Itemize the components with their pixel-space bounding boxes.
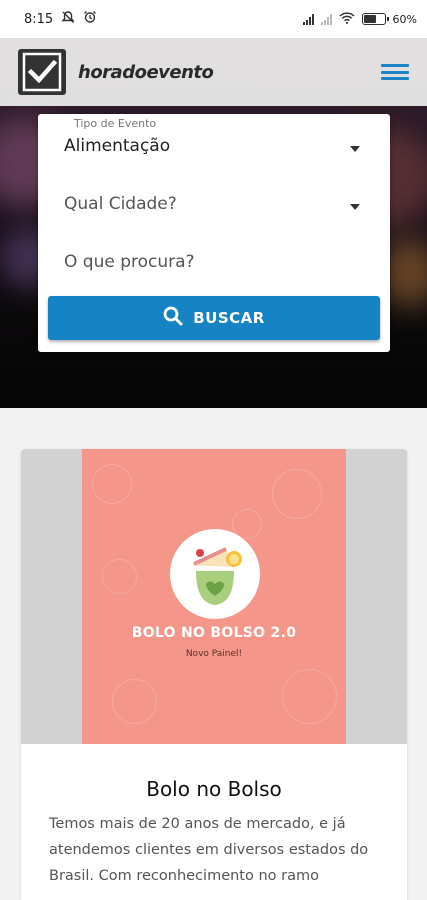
event-description: Temos mais de 20 anos de mercado, e já a… bbox=[49, 816, 369, 884]
alarm-icon bbox=[83, 10, 97, 28]
search-icon bbox=[163, 306, 183, 330]
search-button[interactable]: BUSCAR bbox=[48, 296, 380, 340]
event-title[interactable]: Bolo no Bolso bbox=[21, 777, 407, 801]
battery-icon bbox=[361, 13, 389, 25]
event-banner-image[interactable]: BOLO NO BOLSO 2.0 Novo Painel! bbox=[82, 449, 346, 744]
event-type-select[interactable]: Tipo de Evento Alimentação bbox=[48, 114, 380, 172]
query-placeholder: O que procura? bbox=[64, 252, 195, 272]
banner-subtitle: Novo Painel! bbox=[185, 649, 243, 659]
event-type-value: Alimentação bbox=[64, 136, 171, 156]
search-button-label: BUSCAR bbox=[193, 309, 265, 327]
search-form: Tipo de Evento Alimentação Qual Cidade? … bbox=[38, 114, 390, 352]
checkmark-icon[interactable] bbox=[18, 49, 66, 95]
wifi-icon bbox=[339, 11, 355, 27]
chevron-down-icon bbox=[350, 146, 360, 152]
hamburger-menu-icon[interactable] bbox=[381, 61, 409, 83]
city-select[interactable]: Qual Cidade? bbox=[48, 172, 380, 230]
signal-secondary-icon bbox=[320, 13, 332, 25]
status-bar: 8:15 60% bbox=[0, 0, 427, 38]
event-type-label: Tipo de Evento bbox=[74, 117, 157, 130]
banner-title: BOLO NO BOLSO 2.0 bbox=[131, 625, 297, 641]
cake-jar-icon bbox=[170, 529, 260, 619]
status-time: 8:15 bbox=[24, 11, 54, 27]
notification-muted-icon bbox=[61, 10, 75, 28]
app-header: horadoevento bbox=[0, 38, 427, 106]
brand-logo-text[interactable]: horadoevento bbox=[78, 62, 214, 83]
battery-percent: 60% bbox=[392, 12, 417, 26]
chevron-down-icon bbox=[350, 204, 360, 210]
search-query-input[interactable]: O que procura? bbox=[48, 230, 380, 288]
city-placeholder: Qual Cidade? bbox=[64, 194, 177, 214]
event-card[interactable]: BOLO NO BOLSO 2.0 Novo Painel! Bolo no B… bbox=[21, 449, 407, 900]
signal-icon bbox=[302, 13, 314, 25]
